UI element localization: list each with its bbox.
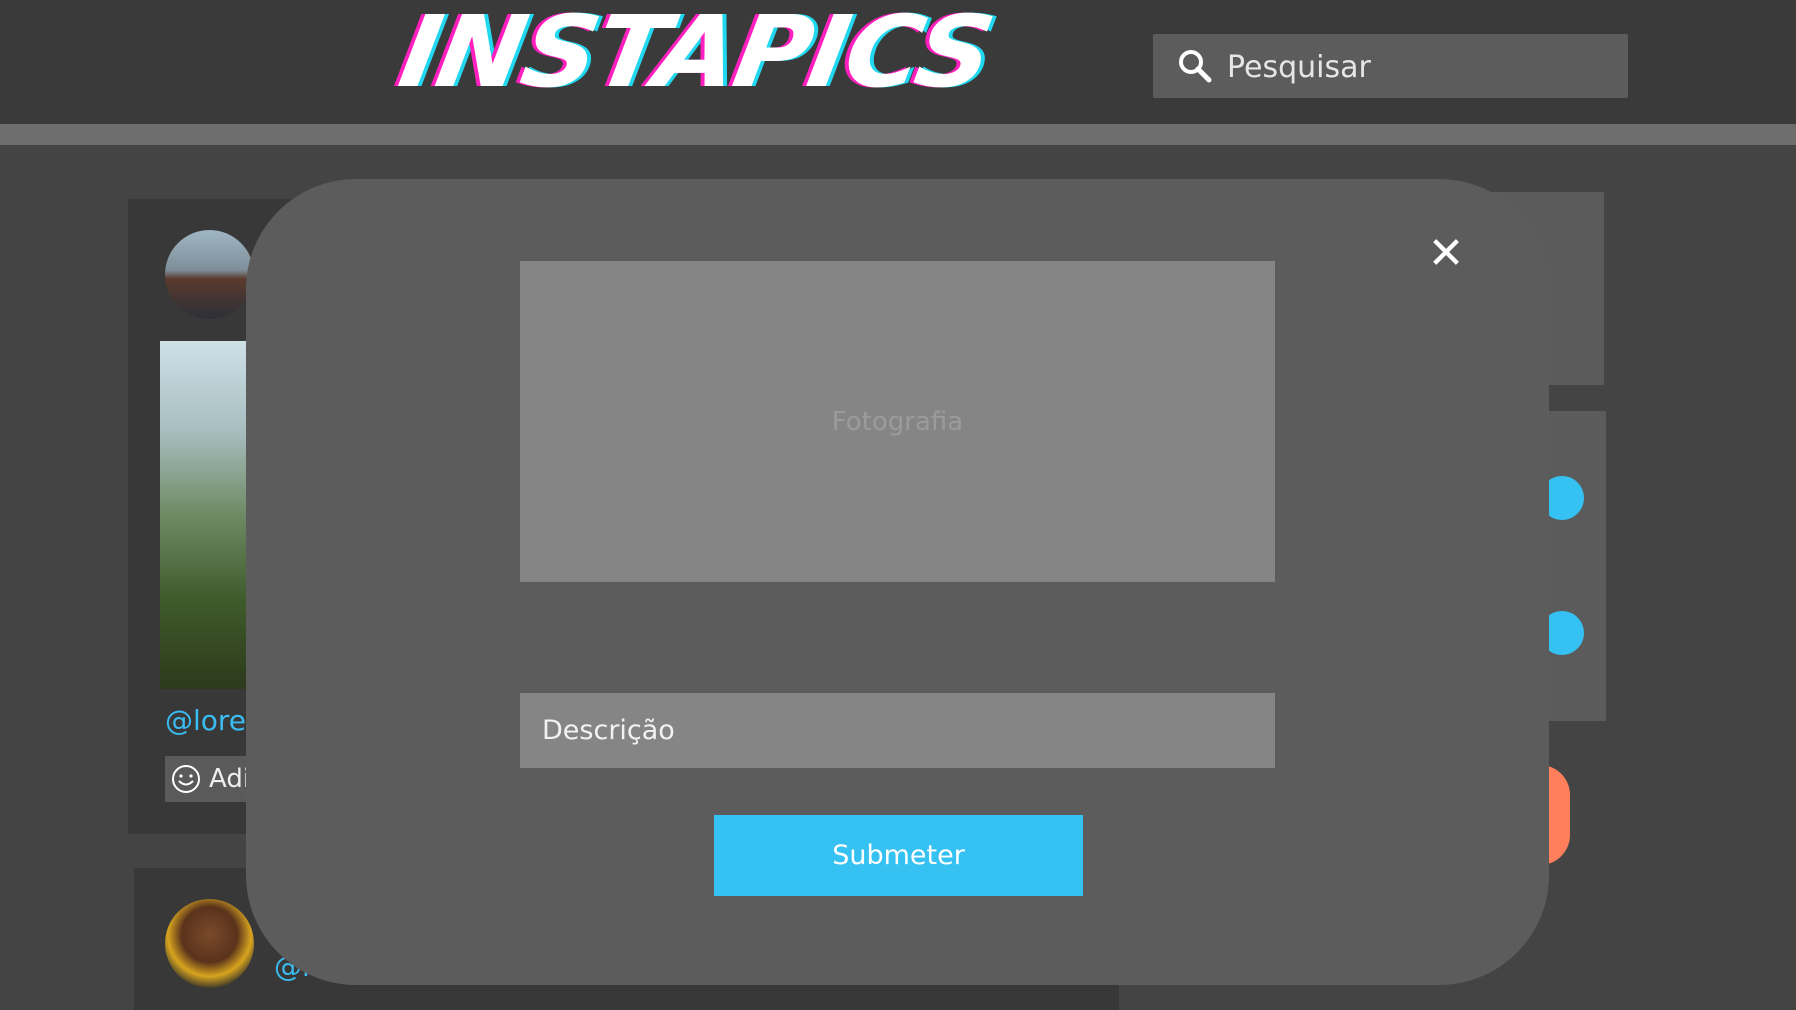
header-divider <box>0 124 1796 145</box>
close-icon[interactable]: ✕ <box>1421 229 1471 279</box>
new-post-modal: ✕ Fotografia Submeter <box>246 179 1549 985</box>
avatar[interactable] <box>165 899 254 988</box>
photo-placeholder-label: Fotografia <box>831 406 964 437</box>
search-input[interactable] <box>1225 34 1619 100</box>
smiley-icon <box>172 765 200 793</box>
search-box[interactable] <box>1153 34 1628 100</box>
submit-button[interactable]: Submeter <box>714 815 1083 896</box>
photo-upload-area[interactable]: Fotografia <box>520 261 1275 582</box>
add-comment-label: Adi <box>209 764 251 794</box>
top-bar: INSTAPICS <box>0 0 1796 124</box>
avatar[interactable] <box>165 230 254 319</box>
description-input[interactable] <box>520 693 1275 768</box>
instapics-logo[interactable]: INSTAPICS <box>392 0 1001 110</box>
search-icon <box>1179 50 1212 83</box>
